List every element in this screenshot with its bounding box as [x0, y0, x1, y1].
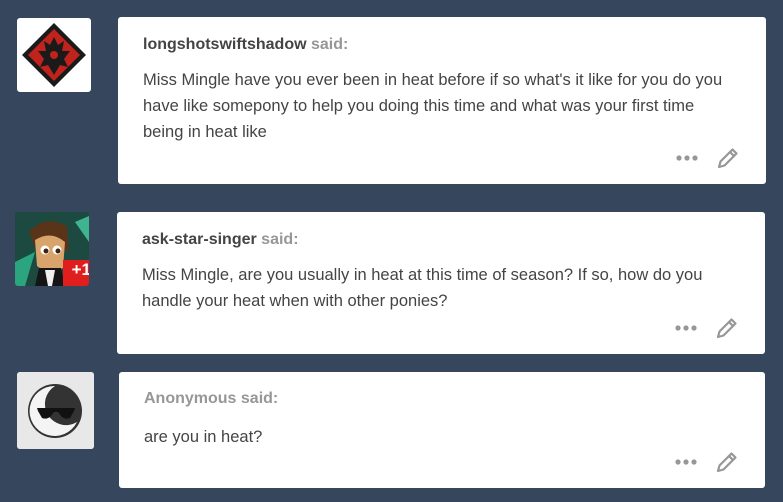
ask-card: Anonymous said: are you in heat? [119, 372, 765, 488]
pencil-icon [716, 318, 737, 339]
ellipsis-icon [676, 155, 698, 161]
notification-badge: +1 [71, 260, 89, 279]
post-controls [673, 316, 739, 340]
said-label: said: [261, 231, 299, 248]
ellipsis-icon [675, 459, 697, 465]
question-line: being in heat like [143, 123, 267, 141]
more-options-button[interactable] [674, 146, 700, 170]
ellipsis-icon [675, 325, 697, 331]
more-options-button[interactable] [673, 450, 699, 474]
question-line: Miss Mingle have you ever been in heat b… [143, 71, 723, 89]
said-label: said: [240, 390, 279, 407]
question-line: Miss Mingle, are you usually in heat at … [142, 266, 703, 284]
question-line: are you in heat? [144, 428, 263, 446]
anonymous-sunglasses-icon [17, 372, 94, 449]
ask-card: longshotswiftshadow said: Miss Mingle ha… [118, 17, 766, 184]
asker-name[interactable]: ask-star-singer [142, 231, 257, 248]
more-options-button[interactable] [673, 316, 699, 340]
avatar[interactable] [17, 372, 94, 449]
question-line: handle your heat when with other ponies? [142, 292, 448, 310]
avatar[interactable] [17, 18, 91, 92]
asker-name: Anonymous [144, 390, 237, 407]
edit-button[interactable] [716, 146, 740, 170]
pencil-icon [717, 148, 738, 169]
asker-line: longshotswiftshadow said: [143, 36, 348, 54]
question-line: have like somepony to help you doing thi… [143, 97, 695, 115]
edit-button[interactable] [715, 450, 739, 474]
edit-button[interactable] [715, 316, 739, 340]
ask-inbox: longshotswiftshadow said: Miss Mingle ha… [0, 0, 783, 502]
red-dragon-emblem-icon [20, 21, 88, 89]
said-label: said: [311, 36, 349, 53]
asker-line: ask-star-singer said: [142, 231, 299, 249]
asker-name[interactable]: longshotswiftshadow [143, 36, 307, 53]
question-text: Miss Mingle, are you usually in heat at … [142, 262, 737, 314]
post-controls [674, 146, 740, 170]
ask-card: ask-star-singer said: Miss Mingle, are y… [117, 212, 765, 354]
pencil-icon [716, 452, 737, 473]
question-text: Miss Mingle have you ever been in heat b… [143, 67, 738, 145]
post-controls [673, 450, 739, 474]
question-text: are you in heat? [144, 424, 737, 450]
asker-line: Anonymous said: [144, 390, 278, 408]
avatar[interactable]: +1 [15, 212, 89, 286]
